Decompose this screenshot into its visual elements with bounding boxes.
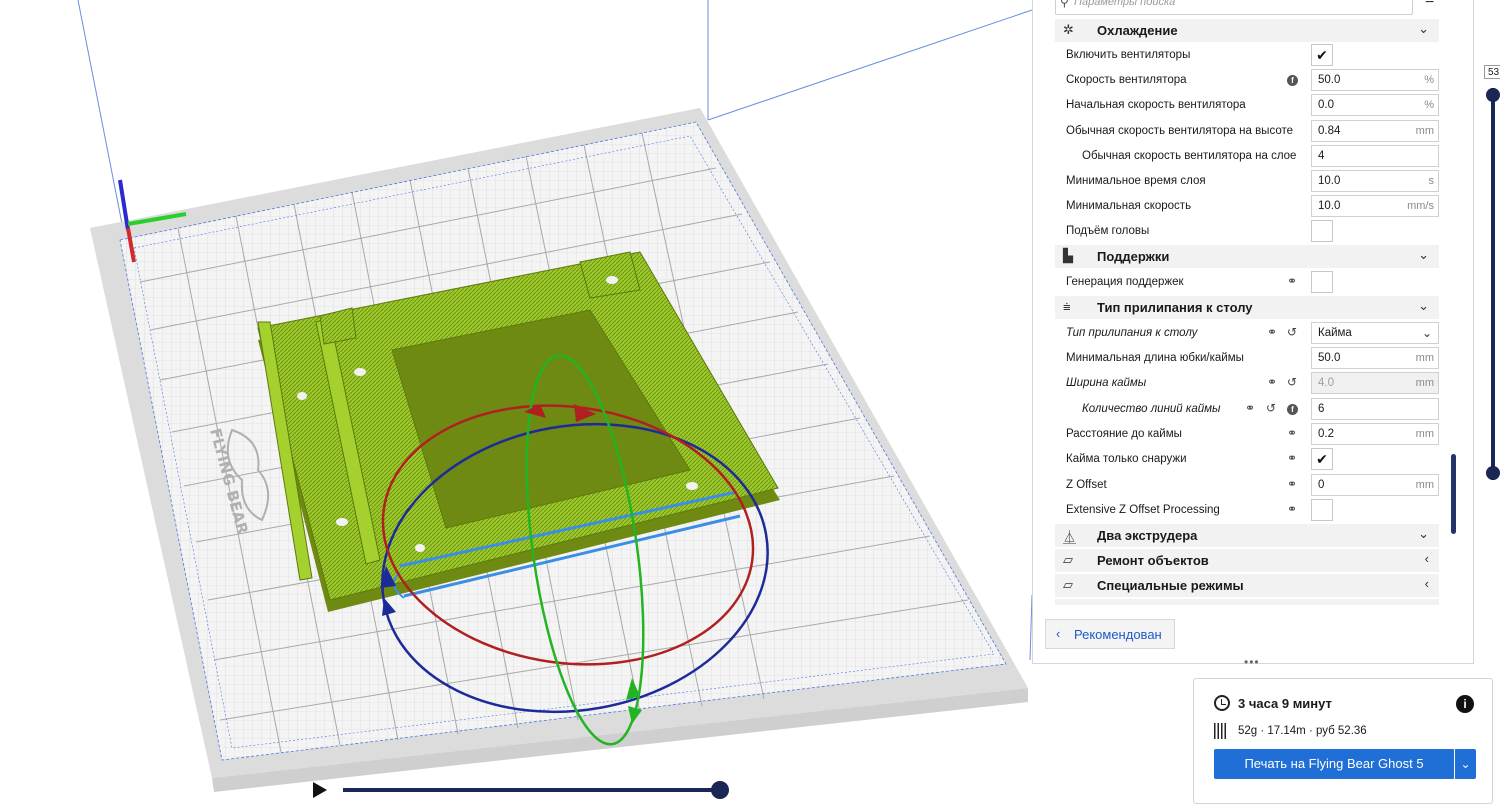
print-summary-panel: 3 часа 9 минут i 52g · 17.14m · руб 52.3… (1193, 678, 1493, 804)
info-icon[interactable]: f (1287, 72, 1298, 86)
print-options-dropdown[interactable]: ⌄ (1455, 749, 1476, 779)
setting-z-offset: Z Offset ⚭ 0 mm (1055, 473, 1439, 498)
adhesion-type-select[interactable]: Кайма ⌄ (1311, 322, 1439, 344)
special-modes-icon: ⏥ (1063, 577, 1073, 592)
adhesion-icon: ⩧ (1063, 299, 1071, 314)
settings-scrollbar[interactable] (1451, 454, 1456, 534)
playback-track[interactable] (343, 788, 721, 792)
chevron-down-icon: ⌄ (1421, 326, 1432, 340)
setting-lift-head: Подъём головы (1055, 219, 1439, 244)
extensive-z-offset-checkbox[interactable] (1311, 499, 1333, 521)
setting-enable-fans: Включить вентиляторы ✔ (1055, 43, 1439, 68)
min-skirt-length-field[interactable]: 50.0 mm (1311, 347, 1439, 369)
print-time: 3 часа 9 минут (1238, 696, 1332, 711)
search-icon: ⚲ (1060, 0, 1069, 9)
print-settings-panel: ⚲ Параметры поиска ≡ ✲ Охлаждение ⌄ Вклю… (1032, 0, 1474, 664)
setting-brim-line-count: Количество линий каймы ⚭ ↺ f 6 (1055, 397, 1439, 422)
setting-regular-fan-height: Обычная скорость вентилятора на высоте 0… (1055, 119, 1439, 144)
category-mesh-fixes[interactable]: ⏥ Ремонт объектов ‹ (1055, 549, 1439, 572)
brim-distance-field[interactable]: 0.2 mm (1311, 423, 1439, 445)
chevron-down-icon: ⌄ (1418, 247, 1429, 262)
setting-min-skirt-length: Минимальная длина юбки/каймы 50.0 mm (1055, 346, 1439, 371)
category-adhesion[interactable]: ⩧ Тип прилипания к столу ⌄ (1055, 296, 1439, 319)
min-speed-field[interactable]: 10.0 mm/s (1311, 195, 1439, 217)
setting-brim-outside-only: Кайма только снаружи ⚭ ✔ (1055, 447, 1439, 472)
panel-resize-handle[interactable]: ••• (1244, 655, 1260, 669)
settings-search-input[interactable]: ⚲ Параметры поиска (1055, 0, 1413, 15)
category-dual-extrusion[interactable]: ⏅ Два экструдера ⌄ (1055, 524, 1439, 547)
layer-slider-track[interactable] (1491, 88, 1495, 480)
regular-fan-layer-field[interactable]: 4 (1311, 145, 1439, 167)
link-icon[interactable]: ⚭ (1287, 451, 1297, 465)
chevron-left-icon: ‹ (1424, 551, 1429, 566)
info-icon[interactable]: i (1456, 695, 1474, 713)
link-icon[interactable]: ⚭ (1287, 274, 1297, 288)
setting-regular-fan-layer: Обычная скорость вентилятора на слое 4 (1055, 144, 1439, 169)
regular-fan-height-field[interactable]: 0.84 mm (1311, 120, 1439, 142)
hamburger-menu-icon[interactable]: ≡ (1425, 0, 1441, 8)
setting-fan-speed: Скорость вентилятора f 50.0 % (1055, 68, 1439, 93)
extruder-icon: ⏅ (1063, 530, 1077, 545)
material-estimate: 52g · 17.14m · руб 52.36 (1238, 725, 1367, 737)
link-icon[interactable]: ⚭ (1267, 375, 1277, 389)
reset-icon[interactable]: ↺ (1287, 325, 1297, 339)
fan-speed-field[interactable]: 50.0 % (1311, 69, 1439, 91)
chevron-left-icon: ‹ (1424, 576, 1429, 591)
setting-adhesion-type: Тип прилипания к столу ⚭ ↺ Кайма ⌄ (1055, 321, 1439, 346)
min-layer-time-field[interactable]: 10.0 s (1311, 170, 1439, 192)
category-supports[interactable]: ▙ Поддержки ⌄ (1055, 245, 1439, 268)
brim-outside-only-checkbox[interactable]: ✔ (1311, 448, 1333, 470)
setting-generate-supports: Генерация поддержек ⚭ (1055, 270, 1439, 295)
link-icon[interactable]: ⚭ (1245, 401, 1255, 415)
chevron-down-icon: ⌄ (1418, 526, 1429, 541)
setting-extensive-z-offset: Extensive Z Offset Processing ⚭ (1055, 498, 1439, 523)
reset-icon[interactable]: ↺ (1287, 375, 1297, 389)
setting-min-layer-time: Минимальное время слоя 10.0 s (1055, 169, 1439, 194)
print-button[interactable]: Печать на Flying Bear Ghost 5 (1214, 749, 1454, 779)
clock-icon (1214, 695, 1230, 711)
setting-min-speed: Минимальная скорость 10.0 mm/s (1055, 194, 1439, 219)
link-icon[interactable]: ⚭ (1287, 502, 1297, 516)
category-cooling[interactable]: ✲ Охлаждение ⌄ (1055, 19, 1439, 42)
initial-fan-speed-field[interactable]: 0.0 % (1311, 94, 1439, 116)
lift-head-checkbox[interactable] (1311, 220, 1333, 242)
info-icon[interactable]: f (1287, 401, 1298, 415)
mesh-fix-icon: ⏥ (1063, 552, 1073, 567)
setting-brim-width: Ширина каймы ⚭ ↺ 4.0 mm (1055, 371, 1439, 396)
filament-spool-icon (1214, 723, 1228, 739)
link-icon[interactable]: ⚭ (1287, 426, 1297, 440)
link-icon[interactable]: ⚭ (1287, 477, 1297, 491)
brim-width-field[interactable]: 4.0 mm (1311, 372, 1439, 394)
setting-initial-fan-speed: Начальная скорость вентилятора 0.0 % (1055, 93, 1439, 118)
enable-fans-checkbox[interactable]: ✔ (1311, 44, 1333, 66)
layer-slider-bottom-handle[interactable] (1486, 466, 1500, 480)
z-offset-field[interactable]: 0 mm (1311, 474, 1439, 496)
support-icon: ▙ (1063, 248, 1073, 263)
chevron-left-icon: ‹ (1056, 626, 1061, 641)
reset-icon[interactable]: ↺ (1266, 401, 1276, 415)
layer-slider-top-handle[interactable] (1486, 88, 1500, 102)
layer-slider[interactable]: 53 (1484, 62, 1500, 492)
chevron-down-icon: ⌄ (1418, 21, 1429, 36)
recommended-button[interactable]: ‹ Рекомендован (1045, 619, 1175, 649)
category-partial (1055, 599, 1439, 605)
link-icon[interactable]: ⚭ (1267, 325, 1277, 339)
layer-number-field[interactable]: 53 (1484, 65, 1500, 79)
brim-line-count-field[interactable]: 6 (1311, 398, 1439, 420)
generate-supports-checkbox[interactable] (1311, 271, 1333, 293)
chevron-down-icon: ⌄ (1418, 298, 1429, 313)
setting-brim-distance: Расстояние до каймы ⚭ 0.2 mm (1055, 422, 1439, 447)
category-special-modes[interactable]: ⏥ Специальные режимы ‹ (1055, 574, 1439, 597)
fan-icon: ✲ (1063, 22, 1074, 37)
play-icon[interactable] (313, 782, 327, 798)
playback-handle[interactable] (711, 781, 729, 799)
